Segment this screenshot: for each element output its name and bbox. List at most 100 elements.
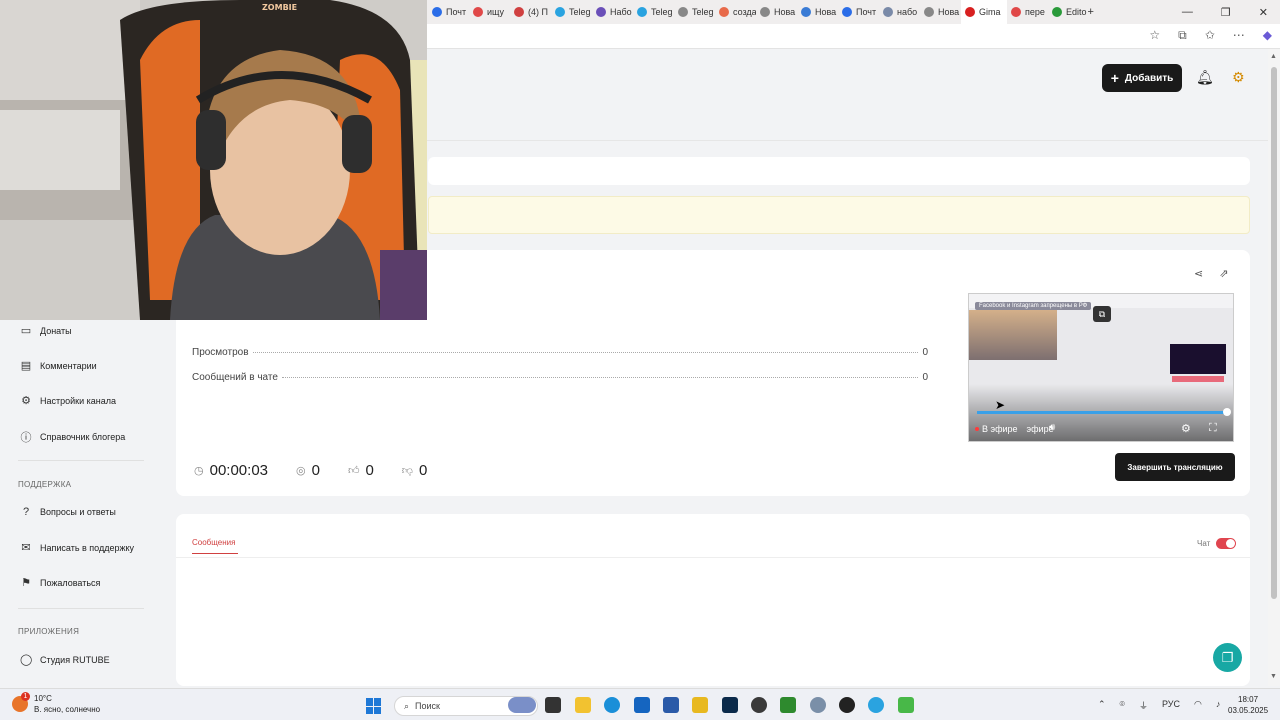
app-cube-icon[interactable]	[898, 697, 914, 713]
store-icon[interactable]	[663, 697, 679, 713]
tab-label: Gima	[979, 7, 1001, 17]
minecraft-icon[interactable]	[780, 697, 796, 713]
new-tab-icon[interactable]: +	[1087, 6, 1093, 18]
weather-widget[interactable]: 10°C В. ясно, солнечно	[34, 693, 100, 715]
tab-label: набо	[897, 7, 918, 17]
chat-toggle[interactable]	[1216, 538, 1237, 549]
stat-row-views: Просмотров 0	[192, 347, 928, 358]
browser-tab[interactable]: Набо	[592, 0, 633, 24]
browser-tab[interactable]: созда	[715, 0, 756, 24]
tray-chevron-icon[interactable]: ⌃	[1098, 699, 1106, 712]
playback-progress[interactable]	[977, 408, 1231, 416]
avatar[interactable]: ⚙	[1232, 69, 1245, 86]
browser-tab[interactable]: Teleg	[551, 0, 592, 24]
share-icon[interactable]: ⋖	[1194, 267, 1203, 280]
dislikes-counter: 👎︎ 0	[402, 462, 428, 479]
browser-tab[interactable]: (4) П	[510, 0, 551, 24]
browser-tab[interactable]: Нова	[920, 0, 961, 24]
split-screen-icon[interactable]: ⧉	[1178, 28, 1187, 43]
browser-tab[interactable]: Teleg	[633, 0, 674, 24]
scroll-up-icon[interactable]: ▲	[1270, 53, 1277, 60]
tab-label: Teleg	[651, 7, 673, 17]
settings-icon[interactable]: ⚙	[1181, 422, 1191, 435]
widget-art-icon[interactable]	[508, 697, 536, 713]
os-taskbar: 1 10°C В. ясно, солнечно ⌕ Поиск ⌃ ⌾ ⏚ Р…	[0, 688, 1280, 720]
sidebar-item-label: Справочник блогера	[40, 432, 126, 442]
video-player[interactable]: Facebook и Instagram запрещены в РФ ⧉ В …	[968, 293, 1234, 442]
browser-tab[interactable]: Нова	[756, 0, 797, 24]
sidebar-item-faq[interactable]: ? Вопросы и ответы	[20, 506, 116, 518]
sidebar-item-report[interactable]: ⚑ Пожаловаться	[20, 576, 100, 589]
chat-app-icon[interactable]	[839, 697, 855, 713]
browser-tab[interactable]: набо	[879, 0, 920, 24]
warning-banner	[428, 196, 1250, 234]
browser-tab[interactable]: Почт	[838, 0, 879, 24]
tab-label: Почт	[446, 7, 467, 17]
clock[interactable]: 18:07 03.05.2025	[1228, 694, 1268, 716]
external-link-icon[interactable]: ⇗	[1219, 267, 1228, 280]
stat-value: 0	[922, 372, 928, 383]
favorites-icon[interactable]: ✩	[1205, 28, 1215, 43]
sidebar-item-channel-settings[interactable]: ⚙ Настройки канала	[20, 394, 116, 407]
scroll-down-icon[interactable]: ▼	[1270, 673, 1277, 680]
sidebar-item-contact-support[interactable]: ✉ Написать в поддержку	[20, 541, 134, 554]
tab-favicon-icon	[760, 7, 770, 17]
minimize-icon[interactable]: —	[1182, 6, 1193, 18]
live-label: В эфире	[982, 424, 1018, 434]
browser-tab[interactable]: ищу	[469, 0, 510, 24]
fullscreen-icon[interactable]: ⛶	[1209, 422, 1217, 435]
scroll-thumb[interactable]	[1271, 67, 1277, 599]
player-controls: В эфире эфире 🔊︎ ⚙ ⛶	[969, 422, 1233, 438]
tab-messages[interactable]: Сообщения	[192, 538, 235, 547]
photoshop-icon[interactable]	[722, 697, 738, 713]
wifi-icon[interactable]: ◠	[1194, 699, 1202, 712]
browser-tab[interactable]: Teleg	[674, 0, 715, 24]
browser-tab[interactable]: Нова	[797, 0, 838, 24]
notification-bell-icon[interactable]: 🔔︎	[1196, 69, 1214, 86]
telegram-icon[interactable]	[868, 697, 884, 713]
outlook-icon[interactable]	[634, 697, 650, 713]
browser-tab[interactable]: Edito	[1048, 0, 1089, 24]
windows-start-icon[interactable]	[366, 698, 382, 714]
svg-text:ZOMBIE: ZOMBIE	[262, 3, 297, 12]
preview-dark-panel	[1170, 344, 1226, 374]
star-icon[interactable]: ☆	[1149, 28, 1160, 43]
edge-browser-icon[interactable]	[604, 697, 620, 713]
network-icon[interactable]: ⌾	[1120, 699, 1125, 712]
support-chat-button[interactable]: ❐	[1213, 643, 1242, 672]
sidebar-divider	[18, 608, 144, 609]
thumbs-up-icon: 👍︎	[347, 465, 360, 477]
maximize-icon[interactable]: ❐	[1221, 6, 1231, 19]
sidebar-item-donations[interactable]: ▭ Донаты	[20, 324, 72, 337]
sidebar-item-blogger-guide[interactable]: ⓘ Справочник блогера	[20, 429, 126, 445]
file-explorer-icon[interactable]	[575, 697, 591, 713]
browser-tab[interactable]: Почт	[428, 0, 469, 24]
speaker-icon[interactable]: ♪	[1216, 699, 1221, 712]
language-indicator[interactable]: РУС	[1162, 699, 1180, 712]
live-indicator: В эфире эфире	[975, 424, 1054, 434]
end-stream-button[interactable]: Завершить трансляцию	[1115, 453, 1235, 481]
volume-icon[interactable]: 🔊︎	[1049, 422, 1055, 433]
browser-tab[interactable]: пере	[1007, 0, 1048, 24]
webcam-video-frame: ZOMBIE	[0, 0, 427, 320]
picture-in-picture-icon[interactable]: ⧉	[1093, 306, 1111, 322]
comment-icon: ▤	[20, 360, 32, 372]
tab-favicon-icon	[1011, 7, 1021, 17]
page-scrollbar[interactable]: ▲ ▼	[1268, 49, 1280, 686]
obs-icon[interactable]	[751, 697, 767, 713]
sidebar-item-rutube-studio[interactable]: ◯ Студия RUTUBE	[20, 653, 110, 666]
copilot-icon[interactable]: ◆	[1263, 28, 1272, 43]
more-icon[interactable]: ⋯	[1233, 28, 1245, 43]
add-button[interactable]: + Добавить	[1102, 64, 1182, 92]
weather-icon[interactable]: 1	[12, 692, 30, 712]
app-icon[interactable]	[692, 697, 708, 713]
progress-knob[interactable]	[1223, 408, 1231, 416]
browser-tab[interactable]: Gima✕	[961, 0, 1007, 24]
task-view-icon[interactable]	[545, 697, 561, 713]
usb-icon[interactable]: ⏚	[1139, 699, 1148, 712]
sidebar-item-comments[interactable]: ▤ Комментарии	[20, 359, 97, 372]
sidebar-heading-support: ПОДДЕРЖКА	[18, 480, 72, 489]
close-icon[interactable]: ✕	[1259, 6, 1268, 19]
settings-app-icon[interactable]	[810, 697, 826, 713]
sidebar-item-label: Студия RUTUBE	[40, 654, 110, 665]
